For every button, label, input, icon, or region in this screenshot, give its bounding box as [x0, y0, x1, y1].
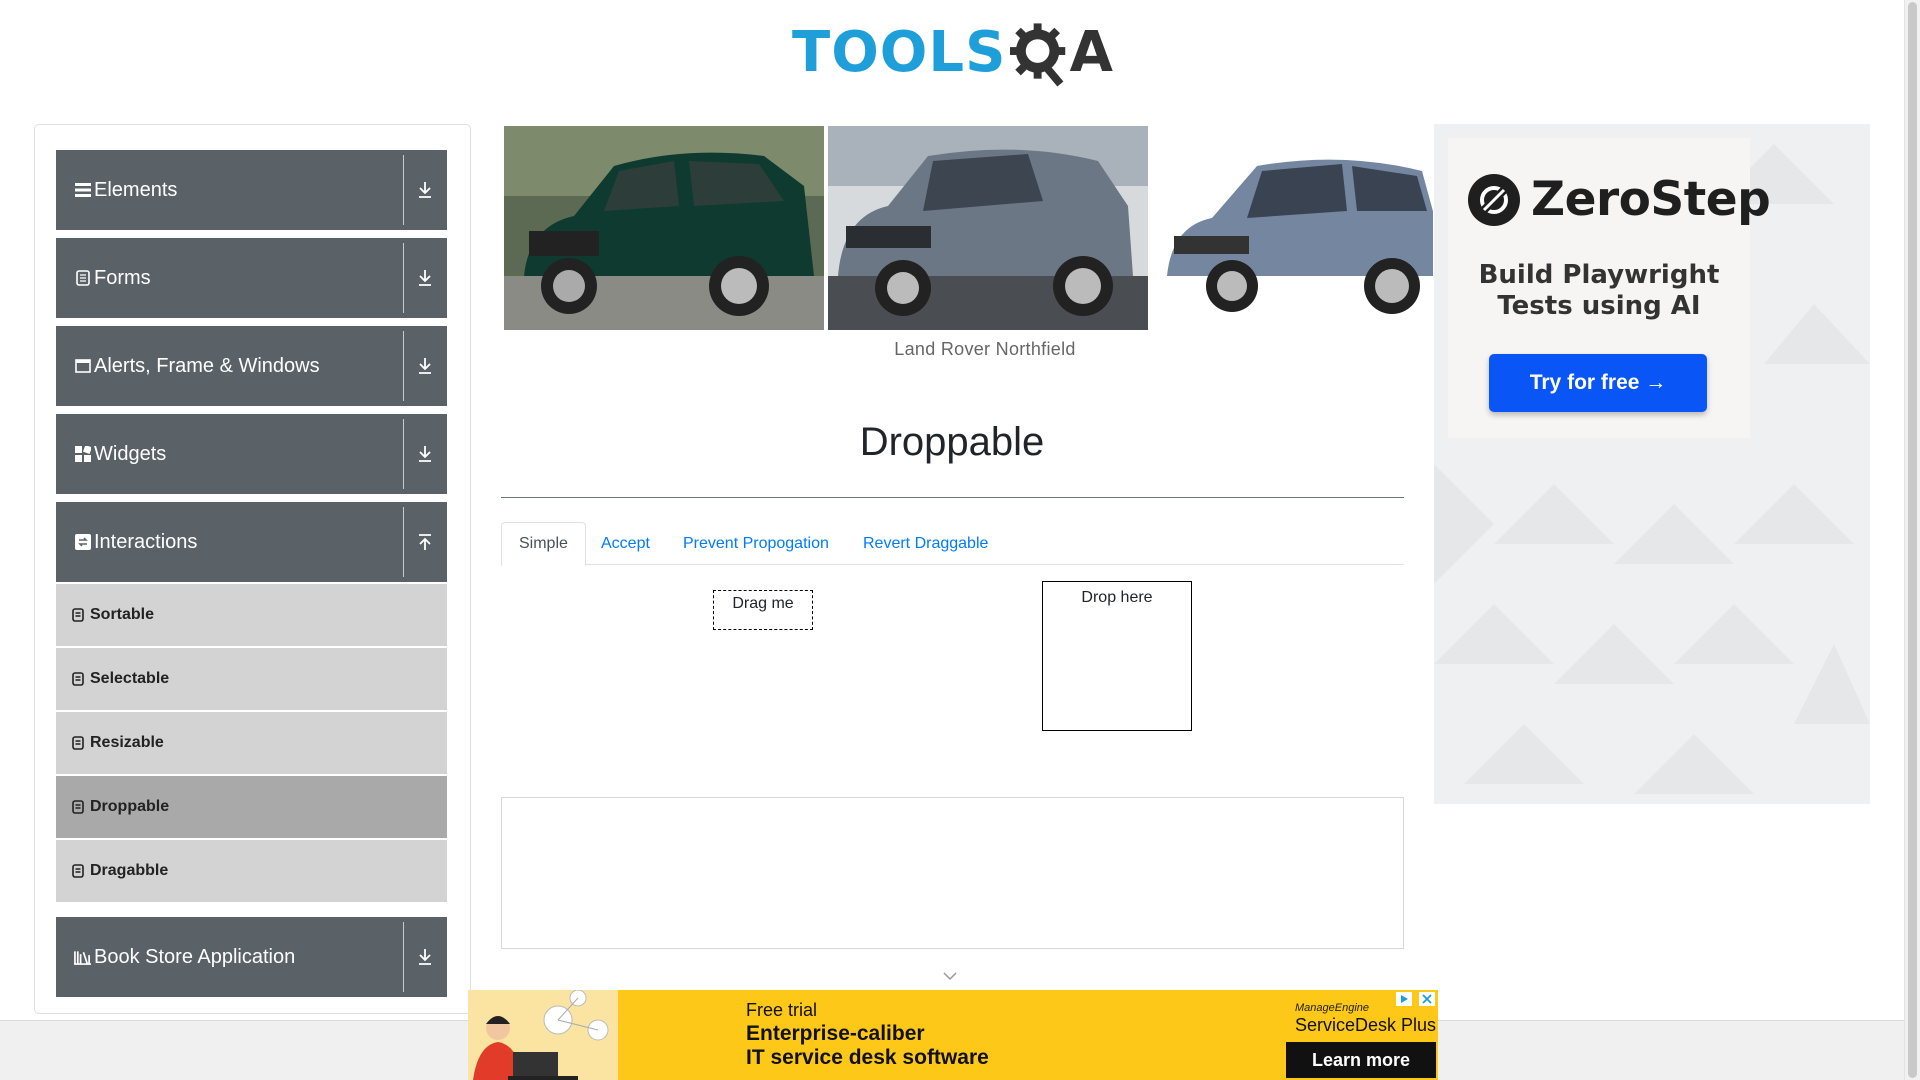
tab-revert-draggable[interactable]: Revert Draggable	[846, 522, 1005, 565]
learn-more-button[interactable]: Learn more	[1286, 1042, 1436, 1078]
car-carousel-ad[interactable]	[503, 126, 1433, 330]
interactions-icon	[74, 534, 91, 551]
document-icon	[71, 864, 85, 878]
divider	[403, 331, 404, 401]
zerostep-logo-icon	[1468, 173, 1520, 226]
download-icon[interactable]	[415, 178, 435, 202]
document-icon	[74, 270, 91, 287]
servicedesk-ad[interactable]: Free trial Enterprise-caliber IT service…	[468, 990, 1438, 1080]
zerostep-tagline-line1: Build Playwright	[1478, 260, 1720, 290]
content-frame	[501, 797, 1404, 949]
page-title: Droppable	[859, 420, 1045, 464]
draggable-box[interactable]: Drag me	[713, 590, 813, 630]
car-image-green	[504, 126, 824, 330]
ad-illustration	[468, 990, 618, 1080]
sidebar-group-label: Elements	[94, 178, 178, 201]
page-scrollbar[interactable]	[1904, 0, 1920, 1080]
sidebar-group-forms[interactable]: Forms	[56, 238, 447, 318]
widgets-icon	[74, 446, 91, 463]
divider	[403, 507, 404, 577]
scrollbar-thumb[interactable]	[1908, 2, 1917, 1078]
divider	[403, 155, 404, 225]
chevron-down-icon[interactable]	[941, 970, 959, 982]
sidebar-group-label: Widgets	[94, 442, 167, 465]
zerostep-ad[interactable]: ZeroStep Build Playwright Tests using AI…	[1434, 124, 1870, 804]
zerostep-tagline-line2: Tests using AI	[1497, 291, 1701, 321]
drop-target[interactable]: Drop here	[1042, 581, 1192, 731]
sidebar-group-book-store[interactable]: Book Store Application	[56, 917, 447, 997]
window-icon	[74, 358, 91, 375]
ad-kicker: Free trial	[746, 1000, 818, 1020]
hamburger-icon	[74, 182, 91, 199]
sidebar-item-sortable[interactable]: Sortable	[56, 584, 447, 646]
sidebar-group-interactions[interactable]: Interactions	[56, 502, 447, 582]
download-icon[interactable]	[415, 442, 435, 466]
download-icon[interactable]	[415, 354, 435, 378]
ad-headline-line2: IT service desk software	[746, 1046, 989, 1069]
zerostep-tagline: Build Playwright Tests using AI	[1448, 260, 1750, 322]
ad-brand-product: ServiceDesk Plus	[1295, 1015, 1437, 1035]
sidebar: Elements Forms Alerts, Frame & Windows W…	[34, 124, 471, 1014]
tab-simple[interactable]: Simple	[501, 522, 586, 566]
carousel-caption[interactable]: Land Rover Northfield	[503, 339, 1467, 360]
sidebar-item-resizable[interactable]: Resizable	[56, 712, 447, 774]
sidebar-item-label: Sortable	[90, 606, 155, 623]
download-icon[interactable]	[415, 266, 435, 290]
sidebar-group-widgets[interactable]: Widgets	[56, 414, 447, 494]
sidebar-item-dragabble[interactable]: Dragabble	[56, 840, 447, 902]
ad-headline-line1: Enterprise-caliber	[746, 1022, 925, 1045]
try-for-free-button[interactable]: Try for free →	[1489, 354, 1707, 412]
gear-magnifier-icon	[1010, 23, 1066, 87]
car-image-grey	[828, 126, 1148, 330]
divider	[403, 243, 404, 313]
document-icon	[71, 672, 85, 686]
close-icon[interactable]	[1419, 992, 1435, 1006]
tab-prevent-propogation[interactable]: Prevent Propogation	[666, 522, 846, 565]
sidebar-item-selectable[interactable]: Selectable	[56, 648, 447, 710]
ad-brand-small: ManageEngine	[1295, 1002, 1370, 1014]
tab-accept[interactable]: Accept	[584, 522, 667, 565]
library-icon	[74, 949, 91, 966]
document-icon	[71, 608, 85, 622]
zerostep-card: ZeroStep Build Playwright Tests using AI…	[1448, 138, 1771, 438]
sidebar-group-label: Interactions	[94, 530, 198, 553]
car-image-blue	[1152, 126, 1433, 330]
zerostep-logo: ZeroStep	[1467, 172, 1771, 227]
sidebar-item-label: Selectable	[90, 670, 170, 687]
sidebar-group-elements[interactable]: Elements	[56, 150, 447, 230]
sidebar-group-label: Book Store Application	[94, 945, 296, 968]
divider	[403, 922, 404, 992]
upload-icon[interactable]	[415, 530, 435, 554]
sidebar-item-label: Dragabble	[90, 862, 169, 879]
adchoices-icon[interactable]	[1396, 992, 1412, 1006]
document-icon	[71, 736, 85, 750]
sidebar-group-label: Forms	[94, 266, 151, 289]
sidebar-group-label: Alerts, Frame & Windows	[94, 354, 320, 377]
logo-text: TOOLS	[792, 20, 1007, 85]
zerostep-brand: ZeroStep	[1531, 172, 1771, 227]
document-icon	[71, 800, 85, 814]
sidebar-item-droppable[interactable]: Droppable	[56, 776, 447, 838]
droppable-tabs: Simple Accept Prevent Propogation Revert…	[501, 522, 1404, 566]
download-icon[interactable]	[415, 945, 435, 969]
sidebar-item-label: Resizable	[90, 734, 164, 751]
sidebar-group-alerts[interactable]: Alerts, Frame & Windows	[56, 326, 447, 406]
toolsqa-logo[interactable]: TOOLS A	[792, 14, 1114, 92]
logo-suffix: A	[1069, 20, 1114, 85]
sidebar-item-label: Droppable	[90, 798, 170, 815]
title-divider	[501, 497, 1404, 498]
divider	[403, 419, 404, 489]
